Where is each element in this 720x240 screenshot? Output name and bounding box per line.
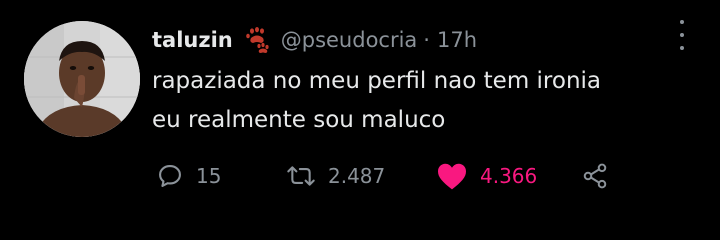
user-handle[interactable]: @pseudocria <box>281 28 418 52</box>
paw-prints-icon <box>243 26 271 54</box>
like-count: 4.366 <box>480 164 538 188</box>
separator-dot: · <box>423 28 430 52</box>
timestamp[interactable]: 17h <box>437 28 477 52</box>
retweet-count: 2.487 <box>328 164 386 188</box>
tweet-text: rapaziada no meu perfil nao tem ironia e… <box>152 62 692 140</box>
like-button[interactable]: 4.366 <box>436 158 537 194</box>
retweet-button[interactable]: 2.487 <box>286 158 385 194</box>
avatar[interactable] <box>24 21 140 137</box>
reply-count: 15 <box>196 164 222 188</box>
retweet-arrows-icon <box>287 166 315 186</box>
heart-filled-icon <box>438 163 466 190</box>
share-nodes-icon <box>583 163 607 189</box>
tweet-text-line: rapaziada no meu perfil nao tem ironia <box>152 68 602 94</box>
reply-button[interactable]: 15 <box>156 158 221 194</box>
action-bar: 15 2.487 4.366 <box>0 158 720 194</box>
more-options-button[interactable] <box>676 20 688 50</box>
avatar-photo <box>24 21 140 137</box>
share-button[interactable] <box>580 158 610 194</box>
tweet-text-line: eu realmente sou maluco <box>152 107 446 133</box>
speech-bubble-icon <box>159 165 181 187</box>
tweet: taluzin @pseudocria · 17h rapaziada no m… <box>0 0 720 240</box>
display-name[interactable]: taluzin <box>152 28 233 52</box>
vertical-ellipsis-icon <box>680 20 684 24</box>
tweet-header: taluzin @pseudocria · 17h <box>152 22 477 58</box>
